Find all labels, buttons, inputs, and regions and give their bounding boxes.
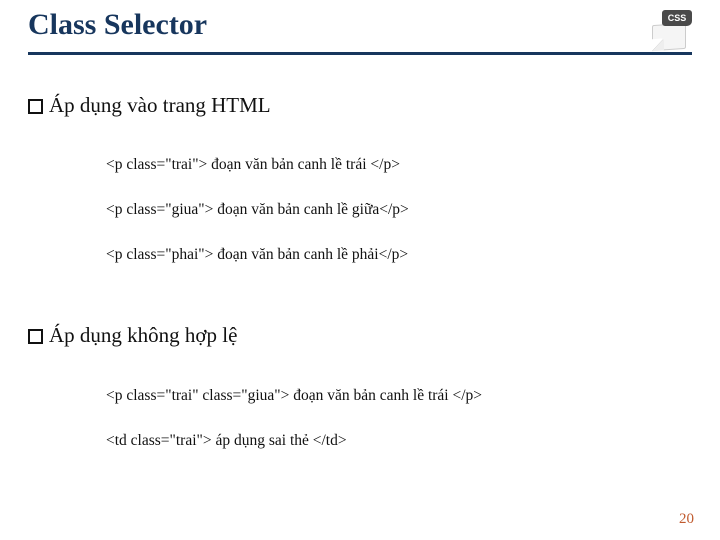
page-number: 20 <box>679 511 694 528</box>
bullet-box-icon <box>28 329 43 344</box>
code-line: <p class="trai"> đoạn văn bản canh lề tr… <box>106 154 692 176</box>
section-heading-2-text: Áp dụng không hợp lệ <box>49 323 237 348</box>
code-line: <p class="phai"> đoạn văn bản canh lề ph… <box>106 244 692 266</box>
code-line: <p class="trai" class="giua"> đoạn văn b… <box>106 385 692 407</box>
title-underline <box>28 52 692 55</box>
code-block-1: <p class="trai"> đoạn văn bản canh lề tr… <box>106 132 692 289</box>
code-line: <p class="giua"> đoạn văn bản canh lề gi… <box>106 199 692 221</box>
section-heading-1-text: Áp dụng vào trang HTML <box>49 93 271 118</box>
section-heading-1: Áp dụng vào trang HTML <box>28 93 692 118</box>
slide-title: Class Selector <box>28 8 207 46</box>
css-badge-text: CSS <box>662 10 692 26</box>
bullet-box-icon <box>28 99 43 114</box>
code-block-2: <p class="trai" class="giua"> đoạn văn b… <box>106 362 692 474</box>
section-heading-2: Áp dụng không hợp lệ <box>28 323 692 348</box>
code-line: <td class="trai"> áp dụng sai thẻ </td> <box>106 430 692 452</box>
css-file-icon: CSS <box>646 10 692 50</box>
